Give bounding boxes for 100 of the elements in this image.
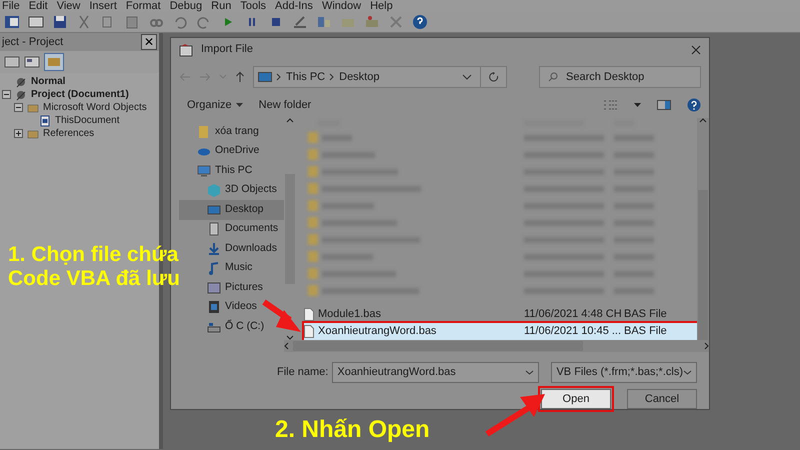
document-icon bbox=[207, 222, 221, 236]
menu-item[interactable]: Format bbox=[124, 0, 168, 12]
file-name: Module1.bas bbox=[317, 307, 382, 322]
nav-item[interactable]: OneDrive bbox=[179, 142, 284, 161]
project-icon[interactable] bbox=[316, 14, 332, 30]
dropdown-caret-icon bbox=[525, 370, 534, 375]
help-icon[interactable] bbox=[412, 14, 428, 30]
word-icon[interactable] bbox=[4, 14, 20, 30]
scrollbar[interactable] bbox=[697, 118, 709, 340]
caret-icon[interactable] bbox=[634, 103, 641, 108]
nav-item[interactable]: Music bbox=[179, 258, 284, 278]
view-code-icon[interactable] bbox=[4, 55, 20, 69]
document-icon bbox=[39, 114, 51, 126]
help-icon[interactable] bbox=[687, 98, 701, 112]
menu-item[interactable]: Insert bbox=[87, 0, 124, 12]
file-date: 11/06/2021 10:45 ... bbox=[524, 324, 622, 340]
file-type: BAS File bbox=[624, 307, 667, 322]
project-icon bbox=[15, 88, 27, 100]
dropdown-caret-icon[interactable] bbox=[462, 74, 472, 80]
monitor-icon bbox=[197, 164, 211, 178]
menu-item[interactable]: Window bbox=[320, 0, 368, 12]
nav-item[interactable]: Desktop bbox=[179, 200, 284, 220]
annotation-text: 2. Nhấn Open bbox=[275, 416, 430, 444]
toolbar-command[interactable]: Organize bbox=[187, 97, 243, 114]
dialog-button[interactable]: Open bbox=[541, 389, 611, 409]
caret-icon bbox=[236, 103, 243, 108]
file-date: 11/06/2021 4:48 CH bbox=[524, 307, 623, 322]
view-object-icon[interactable] bbox=[24, 55, 40, 69]
project-icon bbox=[15, 76, 27, 88]
menu-item[interactable]: File bbox=[0, 0, 27, 12]
dialog-button[interactable]: Cancel bbox=[627, 389, 697, 409]
toolbar-command[interactable]: New folder bbox=[258, 97, 312, 114]
tree-item[interactable]: Normal bbox=[31, 75, 66, 88]
annotation-text: 1. Chọn file chứa Code VBA đã lưu bbox=[8, 243, 180, 292]
menu-item[interactable]: Run bbox=[209, 0, 238, 12]
desktop-icon bbox=[207, 202, 221, 217]
nav-item[interactable]: This PC bbox=[179, 161, 284, 180]
chevron-icon bbox=[276, 73, 282, 82]
scroll-down-icon[interactable] bbox=[286, 335, 294, 340]
menu-item[interactable]: View bbox=[54, 0, 88, 12]
scroll-up-icon[interactable] bbox=[286, 118, 294, 123]
collapse-icon[interactable] bbox=[14, 103, 23, 112]
scroll-right-icon[interactable] bbox=[704, 342, 709, 350]
file-type: BAS File bbox=[624, 324, 667, 340]
address-bar[interactable]: This PC Desktop bbox=[253, 66, 507, 88]
tree-item[interactable]: ThisDocument bbox=[55, 114, 120, 127]
scrollbar[interactable] bbox=[284, 118, 296, 340]
tree-item[interactable]: References bbox=[43, 127, 94, 140]
scroll-left-icon[interactable] bbox=[284, 342, 289, 350]
form-icon[interactable] bbox=[28, 14, 44, 30]
file-row[interactable]: Module1.bas 11/06/2021 4:48 CH BAS File bbox=[304, 306, 697, 323]
save-icon[interactable] bbox=[52, 14, 68, 30]
menu-item[interactable]: Debug bbox=[168, 0, 210, 12]
menu-item[interactable]: Add-Ins bbox=[273, 0, 320, 12]
breadcrumb-link[interactable]: This PC bbox=[286, 68, 326, 86]
toggle-folders-icon[interactable] bbox=[44, 53, 64, 71]
close-icon[interactable] bbox=[691, 44, 701, 55]
file-icon bbox=[304, 325, 314, 338]
toolbox-icon[interactable] bbox=[364, 14, 380, 30]
dropdown-caret-icon bbox=[683, 370, 692, 375]
file-type-dropdown[interactable]: VB Files (*.frm;*.bas;*.cls) bbox=[551, 362, 697, 383]
nav-item[interactable]: xóa trang bbox=[179, 122, 284, 142]
folder-icon bbox=[197, 124, 211, 139]
menu-item[interactable]: Help bbox=[368, 0, 400, 12]
refresh-icon[interactable] bbox=[488, 72, 498, 82]
tree-item[interactable]: Microsoft Word Objects bbox=[43, 101, 147, 114]
search-field[interactable]: Search Desktop bbox=[539, 66, 701, 88]
file-icon bbox=[304, 308, 314, 321]
arrow-drawing bbox=[484, 393, 546, 437]
tree-item[interactable]: Project (Document1) bbox=[31, 88, 129, 101]
scrollbar-thumb[interactable] bbox=[698, 190, 708, 340]
up-icon[interactable] bbox=[235, 71, 245, 84]
expand-icon[interactable] bbox=[14, 129, 23, 138]
nav-item[interactable]: Downloads bbox=[179, 239, 284, 258]
chevron-icon bbox=[329, 73, 336, 82]
design-icon[interactable] bbox=[292, 14, 308, 30]
file-name-field[interactable]: XoanhieutrangWord.bas bbox=[332, 362, 540, 383]
scroll-up-icon[interactable] bbox=[699, 118, 707, 123]
horizontal-scrollbar[interactable] bbox=[284, 340, 709, 352]
breadcrumb-link[interactable]: Desktop bbox=[339, 68, 380, 86]
nav-item[interactable]: Documents bbox=[179, 220, 284, 239]
panel-title: ject - Project bbox=[2, 34, 64, 50]
folder-icon bbox=[27, 128, 39, 140]
file-row[interactable]: XoanhieutrangWord.bas 11/06/2021 10:45 ... BAS File bbox=[304, 323, 697, 340]
preview-pane-icon[interactable] bbox=[657, 100, 671, 110]
menu-item[interactable]: Edit bbox=[26, 0, 55, 12]
film-icon bbox=[207, 300, 221, 314]
cube-icon bbox=[207, 183, 221, 198]
menu-item[interactable]: Tools bbox=[238, 0, 274, 12]
nav-item[interactable]: Pictures bbox=[179, 278, 284, 298]
music-note-icon bbox=[207, 261, 221, 276]
arrow-overlay bbox=[262, 298, 302, 334]
details-view-icon[interactable] bbox=[604, 100, 618, 110]
collapse-icon[interactable] bbox=[2, 90, 11, 99]
monitor-icon bbox=[258, 72, 272, 83]
close-button[interactable]: ✕ bbox=[141, 34, 157, 50]
scrollbar-thumb[interactable] bbox=[293, 341, 583, 351]
paste-icon[interactable] bbox=[124, 14, 140, 30]
file-name: XoanhieutrangWord.bas bbox=[317, 324, 438, 340]
nav-item[interactable]: 3D Objects bbox=[179, 180, 284, 200]
